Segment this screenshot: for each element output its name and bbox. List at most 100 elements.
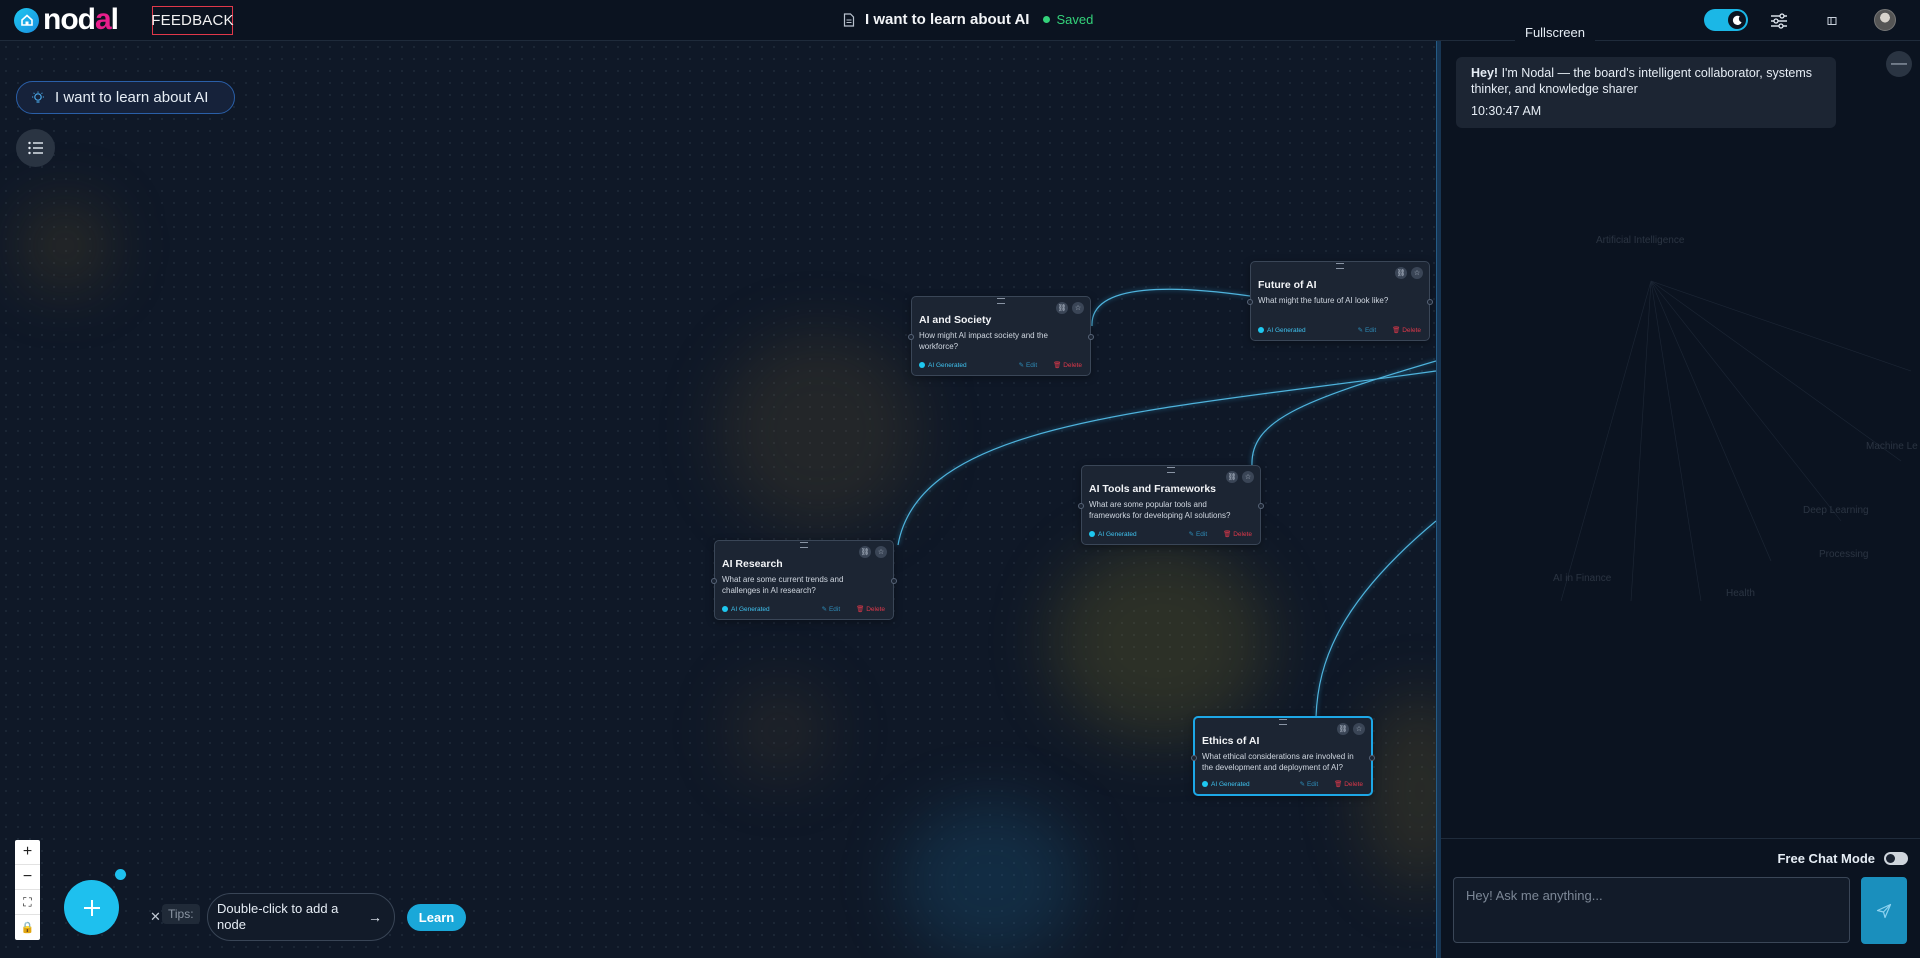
document-title[interactable]: I want to learn about AI [865, 11, 1029, 28]
node-ethics-of-ai[interactable]: ⛓ ☆ Ethics of AI What ethical considerati… [1191, 716, 1375, 796]
edge-ethics [1315, 520, 1436, 718]
drag-handle-icon[interactable] [800, 542, 808, 548]
edit-button[interactable]: ✎ Edit [1358, 326, 1376, 334]
star-icon[interactable]: ☆ [1072, 302, 1084, 314]
ambient-glow [900, 801, 1080, 958]
close-tips-icon[interactable]: ✕ [150, 909, 161, 925]
ai-generated-badge: AI Generated [722, 606, 770, 613]
next-tip-arrow-icon[interactable]: → [368, 909, 382, 925]
edit-button[interactable]: ✎ Edit [1300, 780, 1318, 788]
document-icon [843, 12, 855, 27]
ghost-node-label: Deep Learning [1803, 505, 1869, 516]
topic-pill[interactable]: I want to learn about AI [16, 81, 235, 114]
theme-toggle[interactable] [1704, 9, 1748, 31]
send-button[interactable] [1861, 877, 1907, 944]
node-description: What are some current trends and challen… [722, 575, 844, 595]
link-icon[interactable]: ⛓ [1395, 267, 1407, 279]
status-dot-icon [1043, 16, 1051, 23]
drag-handle-icon[interactable] [1336, 263, 1344, 269]
node-title: AI Tools and Frameworks [1089, 483, 1216, 495]
chat-input[interactable]: Hey! Ask me anything... [1453, 877, 1850, 943]
settings-sliders-icon[interactable] [1769, 11, 1789, 31]
node-description: What might the future of AI look like? [1258, 296, 1389, 305]
connector-handle[interactable] [711, 578, 717, 584]
link-icon[interactable]: ⛓ [1056, 302, 1068, 314]
free-chat-toggle[interactable] [1884, 852, 1908, 865]
star-icon[interactable]: ☆ [1411, 267, 1423, 279]
add-node-button[interactable] [64, 880, 119, 935]
node-description: How might AI impact society and the work… [919, 331, 1048, 351]
connector-handle[interactable] [908, 334, 914, 340]
panel-resize-handle[interactable] [1436, 41, 1441, 958]
ghost-node-label: Machine Le [1866, 441, 1918, 452]
node-ai-research[interactable]: ⛓ ☆ AI Research What are some current tre… [711, 540, 897, 620]
star-icon[interactable]: ☆ [875, 546, 887, 558]
send-icon [1876, 903, 1892, 918]
node-description: What are some popular tools and framewor… [1089, 500, 1231, 520]
delete-button[interactable]: 🗑 Delete [1334, 780, 1363, 788]
feedback-button[interactable]: FEEDBACK [151, 6, 234, 35]
star-icon[interactable]: ☆ [1242, 471, 1254, 483]
tips-box: Double-click to add a node → [207, 893, 395, 941]
connector-handle[interactable] [1088, 334, 1094, 340]
drag-handle-icon[interactable] [1279, 719, 1287, 725]
delete-button[interactable]: 🗑 Delete [1053, 361, 1082, 369]
delete-button[interactable]: 🗑 Delete [1223, 530, 1252, 538]
free-chat-mode: Free Chat Mode [1777, 851, 1908, 866]
edit-button[interactable]: ✎ Edit [1019, 361, 1037, 369]
connector-handle[interactable] [1369, 755, 1375, 761]
node-title: AI Research [722, 558, 783, 570]
save-status: Saved [1043, 12, 1093, 27]
topic-pill-label: I want to learn about AI [55, 89, 209, 106]
board-canvas[interactable]: I want to learn about AI ⛓ ☆ AI and Socie… [0, 41, 1436, 958]
node-title: Ethics of AI [1202, 735, 1260, 747]
node-ai-and-society[interactable]: ⛓ ☆ AI and Society How might AI impact so… [908, 296, 1094, 376]
connector-handle[interactable] [1191, 755, 1197, 761]
node-title: Future of AI [1258, 279, 1317, 291]
ambient-glow [720, 331, 920, 531]
edit-button[interactable]: ✎ Edit [1189, 530, 1207, 538]
lock-button[interactable]: 🔒 [15, 915, 40, 940]
connector-handle[interactable] [1247, 299, 1253, 305]
ghost-node-label: Health [1726, 588, 1755, 599]
ai-generated-badge: AI Generated [1258, 327, 1306, 334]
notification-dot [115, 869, 126, 880]
nodal-logo[interactable]: nodal nodal [14, 5, 119, 35]
minimize-chat-button[interactable]: — [1886, 51, 1912, 77]
drag-handle-icon[interactable] [997, 298, 1005, 304]
star-icon[interactable]: ☆ [1353, 723, 1365, 735]
sidebar-toggle-icon[interactable] [1822, 11, 1842, 31]
node-description: What ethical considerations are involved… [1202, 752, 1354, 772]
node-future-of-ai[interactable]: ⛓ ☆ Future of AI What might the future of… [1247, 261, 1433, 341]
learn-button[interactable]: Learn [407, 904, 466, 931]
save-status-text: Saved [1056, 12, 1094, 27]
delete-button[interactable]: 🗑 Delete [856, 605, 885, 613]
delete-button[interactable]: 🗑 Delete [1392, 326, 1421, 334]
node-title: AI and Society [919, 314, 992, 326]
connector-handle[interactable] [1078, 503, 1084, 509]
chat-composer: Free Chat Mode Hey! Ask me anything... [1441, 838, 1920, 958]
edge-tools [1251, 360, 1436, 467]
edit-button[interactable]: ✎ Edit [822, 605, 840, 613]
zoom-in-button[interactable]: + [15, 840, 40, 865]
node-ai-tools-and-frameworks[interactable]: ⛓ ☆ AI Tools and Frameworks What are some… [1078, 465, 1264, 545]
drag-handle-icon[interactable] [1167, 467, 1175, 473]
message-text: Hey! I'm Nodal — the board's intelligent… [1471, 66, 1813, 96]
connector-handle[interactable] [1427, 299, 1433, 305]
assistant-message: Hey! I'm Nodal — the board's intelligent… [1456, 57, 1836, 128]
link-icon[interactable]: ⛓ [859, 546, 871, 558]
ghost-node-label: AI in Finance [1553, 573, 1612, 584]
link-icon[interactable]: ⛓ [1226, 471, 1238, 483]
connector-handle[interactable] [891, 578, 897, 584]
chat-panel: Artificial Intelligence Machine Le Deep … [1441, 41, 1920, 958]
fit-view-button[interactable]: ⛶ [15, 890, 40, 915]
home-icon [14, 7, 39, 33]
message-timestamp: 10:30:47 AM [1471, 104, 1542, 118]
zoom-controls: + − ⛶ 🔒 [15, 840, 40, 940]
zoom-out-button[interactable]: − [15, 865, 40, 890]
outline-list-button[interactable] [16, 129, 55, 167]
connector-handle[interactable] [1258, 503, 1264, 509]
ghost-node-label: Artificial Intelligence [1596, 235, 1685, 246]
link-icon[interactable]: ⛓ [1337, 723, 1349, 735]
user-avatar[interactable] [1874, 9, 1896, 31]
